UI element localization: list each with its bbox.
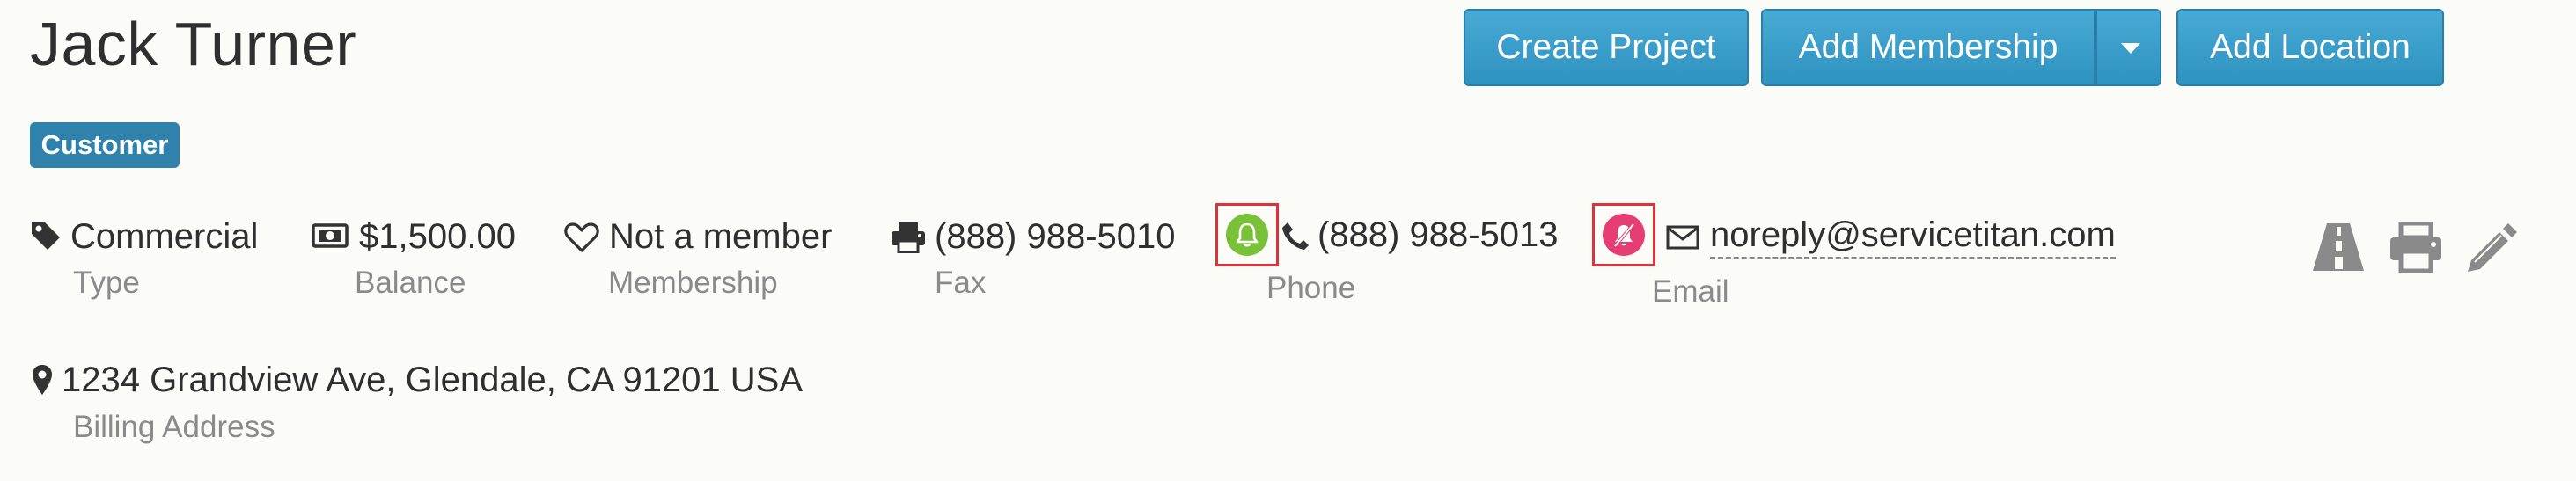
bell-slash-icon [1603, 214, 1645, 256]
email-link[interactable]: noreply@servicetitan.com [1710, 213, 2116, 259]
create-project-button[interactable]: Create Project [1464, 9, 1749, 86]
membership-label: Membership [608, 266, 778, 300]
add-membership-dropdown-toggle[interactable] [2095, 9, 2161, 86]
printer-icon[interactable] [2389, 222, 2443, 273]
fax-label: Fax [935, 266, 987, 300]
caret-down-icon [2121, 43, 2140, 54]
phone-label: Phone [1266, 271, 1356, 305]
balance-label: Balance [355, 266, 466, 300]
email-notification-toggle[interactable] [1592, 203, 1655, 266]
tag-icon [30, 220, 62, 251]
membership-value: Not a member [609, 217, 833, 256]
add-membership-button[interactable]: Add Membership [1761, 9, 2095, 86]
fax-value: (888) 988-5010 [935, 217, 1176, 256]
type-label: Type [73, 266, 140, 300]
heart-icon [564, 222, 599, 253]
map-marker-icon [32, 364, 53, 396]
billing-address-label: Billing Address [73, 410, 275, 444]
balance-value: $1,500.00 [359, 217, 516, 256]
phone-icon [1281, 221, 1310, 251]
type-value: Commercial [70, 217, 259, 256]
add-location-button[interactable]: Add Location [2176, 9, 2444, 86]
envelope-icon [1666, 225, 1699, 250]
bell-icon [1226, 214, 1268, 256]
money-icon [312, 223, 349, 248]
phone-notification-toggle[interactable] [1215, 203, 1279, 266]
printer-icon [891, 222, 926, 253]
billing-address-value: 1234 Grandview Ave, Glendale, CA 91201 U… [62, 361, 804, 399]
phone-value: (888) 988-5013 [1317, 215, 1559, 254]
email-label: Email [1652, 274, 1729, 309]
customer-header-panel: Jack Turner Create Project Add Membershi… [0, 0, 2576, 481]
pencil-icon[interactable] [2464, 222, 2519, 273]
customer-name: Jack Turner [30, 10, 357, 78]
road-icon[interactable] [2311, 222, 2366, 273]
customer-status-badge: Customer [30, 122, 180, 168]
